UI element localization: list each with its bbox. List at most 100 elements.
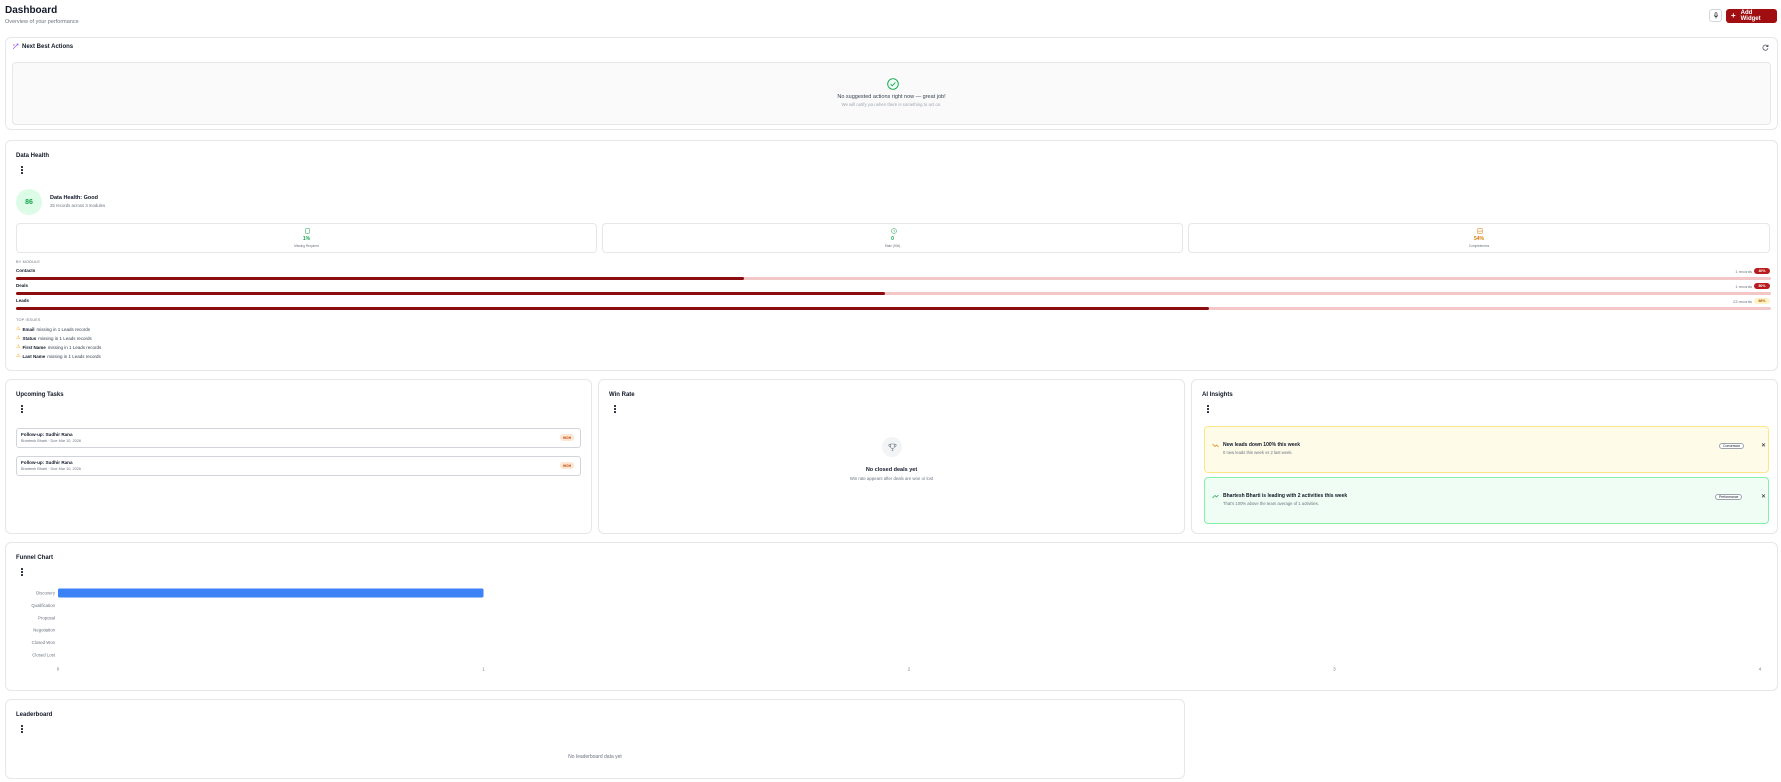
ai-insights-menu-icon[interactable] <box>1205 405 1211 413</box>
next-best-actions-card: Next Best Actions No suggested actions r… <box>5 37 1778 130</box>
y-tick-label: Proposal <box>38 615 55 620</box>
module-count: 1 records <box>1735 269 1752 274</box>
task-item[interactable]: Follow-up: Sudhir Rana Bhartesh Bharti ·… <box>16 428 581 448</box>
microphone-icon <box>1713 12 1718 19</box>
chart-icon <box>1477 228 1483 234</box>
funnel-chart-plot: Discovery Qualification Proposal Negotiatio… <box>31 588 1762 671</box>
issue-item: ⚠ Status missing in 1 Leads records <box>16 335 92 341</box>
refresh-icon[interactable] <box>1762 44 1769 51</box>
ai-insights-title: AI Insights <box>1202 392 1233 398</box>
upcoming-tasks-card: Upcoming Tasks Follow-up: Sudhir Rana Bh… <box>5 379 592 534</box>
clock-icon <box>891 228 897 234</box>
warning-icon: ⚠ <box>16 344 21 350</box>
health-status: Data Health: Good <box>50 195 98 201</box>
priority-badge: HIGH <box>560 434 574 441</box>
x-tick-label: 4 <box>1759 666 1762 671</box>
stat-value: 54% <box>1473 236 1484 242</box>
leaderboard-menu-icon[interactable] <box>19 725 25 733</box>
win-rate-title: Win Rate <box>609 392 635 398</box>
nba-empty-panel: No suggested actions right now — great j… <box>12 62 1771 125</box>
insight-item: New leads down 100% this week 0 new lead… <box>1204 426 1769 473</box>
module-bar-fill <box>16 292 885 295</box>
x-tick-label: 2 <box>908 666 911 671</box>
nba-empty-title: No suggested actions right now — great j… <box>837 94 946 100</box>
funnel-chart-card: Funnel Chart Discovery Qualification Propo… <box>5 542 1778 691</box>
ai-insights-card: AI Insights New leads down 100% this wee… <box>1191 379 1778 534</box>
upcoming-tasks-menu-icon[interactable] <box>19 405 25 413</box>
by-module-label: BY MODULE <box>16 260 41 264</box>
module-count: 23 records <box>1733 299 1752 304</box>
insight-title: New leads down 100% this week <box>1223 442 1300 448</box>
issue-text: missing in 1 Leads records <box>47 353 101 359</box>
task-meta: Bhartesh Bharti · Due Mar 10, 2026 <box>21 438 81 443</box>
win-rate-empty-title: No closed deals yet <box>865 467 918 473</box>
data-health-menu-icon[interactable] <box>19 166 25 174</box>
stat-value: 0 <box>891 236 894 242</box>
issue-text: missing in 1 Leads records <box>36 326 91 332</box>
dismiss-icon[interactable]: ✕ <box>1761 442 1766 449</box>
y-tick-label: Closed Won <box>32 640 56 645</box>
health-records-summary: 25 records across 3 modules <box>50 203 106 208</box>
win-rate-menu-icon[interactable] <box>612 405 618 413</box>
add-widget-button[interactable]: + Add Widget <box>1726 9 1777 23</box>
module-bar-track <box>16 307 1771 310</box>
issue-field: Email <box>22 326 35 332</box>
module-name: Contacts <box>16 268 36 273</box>
data-health-card: Data Health 86 Data Health: Good 25 reco… <box>5 140 1778 371</box>
x-tick-label: 3 <box>1333 666 1336 671</box>
next-best-actions-title: Next Best Actions <box>22 44 74 50</box>
y-tick-label: Discovery <box>36 591 56 596</box>
check-circle-icon <box>887 78 899 90</box>
insight-tag: Performance <box>1715 494 1743 500</box>
stat-value: 1% <box>302 236 311 242</box>
issue-text: missing in 1 Leads records <box>38 335 92 341</box>
stat-label: Completeness <box>1468 244 1490 248</box>
stat-label: Missing Required <box>294 244 319 248</box>
module-bar-fill <box>16 307 1210 310</box>
stat-completeness: 54% Completeness <box>1188 223 1770 253</box>
leaderboard-empty: No leaderboard data yet <box>568 754 622 760</box>
dismiss-icon[interactable]: ✕ <box>1761 493 1766 500</box>
issue-item: ⚠ First Name missing in 1 Leads records <box>16 344 101 350</box>
missing-required-icon <box>305 228 310 234</box>
module-pct-badge: 50% <box>1754 283 1770 289</box>
module-count: 1 records <box>1735 284 1752 289</box>
data-health-title: Data Health <box>16 153 50 159</box>
upcoming-tasks-title: Upcoming Tasks <box>16 392 64 398</box>
issue-field: Last Name <box>22 353 46 359</box>
mic-button[interactable] <box>1709 9 1722 22</box>
warning-icon: ⚠ <box>16 353 21 359</box>
module-name: Leads <box>16 298 30 303</box>
task-title: Follow-up: Sudhir Rana <box>21 460 73 465</box>
warning-icon: ⚠ <box>16 335 21 341</box>
insight-item: Bhartesh Bharti is leading with 2 activi… <box>1204 477 1769 524</box>
funnel-bar[interactable] <box>58 588 484 598</box>
win-rate-empty-sub: Win rate appears after deals are won or … <box>849 476 934 481</box>
trophy-icon <box>888 443 896 451</box>
issue-item: ⚠ Last Name missing in 1 Leads records <box>16 353 101 359</box>
insight-title: Bhartesh Bharti is leading with 2 activi… <box>1223 493 1348 499</box>
task-title: Follow-up: Sudhir Rana <box>21 432 73 437</box>
x-tick-label: 1 <box>482 666 485 671</box>
insight-tag: Conversion <box>1719 443 1745 449</box>
module-pct-badge: 40% <box>1754 268 1770 274</box>
trend-down-icon <box>1212 443 1219 448</box>
issue-item: ⚠ Email missing in 1 Leads records <box>16 326 90 332</box>
warning-icon: ⚠ <box>16 326 21 332</box>
x-tick-label: 0 <box>57 666 60 671</box>
stat-label: Stale (90d) <box>884 244 901 248</box>
y-tick-label: Negotiation <box>33 628 55 633</box>
insight-text: That's 100% above the team average of 1 … <box>1223 501 1320 506</box>
module-bar-fill <box>16 277 745 280</box>
page-title: Dashboard <box>5 5 58 16</box>
task-item[interactable]: Follow-up: Sudhir Rana Bhartesh Bharti ·… <box>16 456 581 476</box>
trend-up-icon <box>1212 494 1219 499</box>
y-tick-label: Closed Lost <box>32 653 55 658</box>
priority-badge: HIGH <box>560 462 574 469</box>
issue-field: First Name <box>22 344 46 350</box>
health-score-badge: 86 <box>16 189 42 215</box>
sparkle-icon <box>12 43 19 50</box>
add-widget-label: Add Widget <box>1740 10 1761 22</box>
stat-stale: 0 Stale (90d) <box>602 223 1183 253</box>
plus-icon: + <box>1731 11 1736 20</box>
